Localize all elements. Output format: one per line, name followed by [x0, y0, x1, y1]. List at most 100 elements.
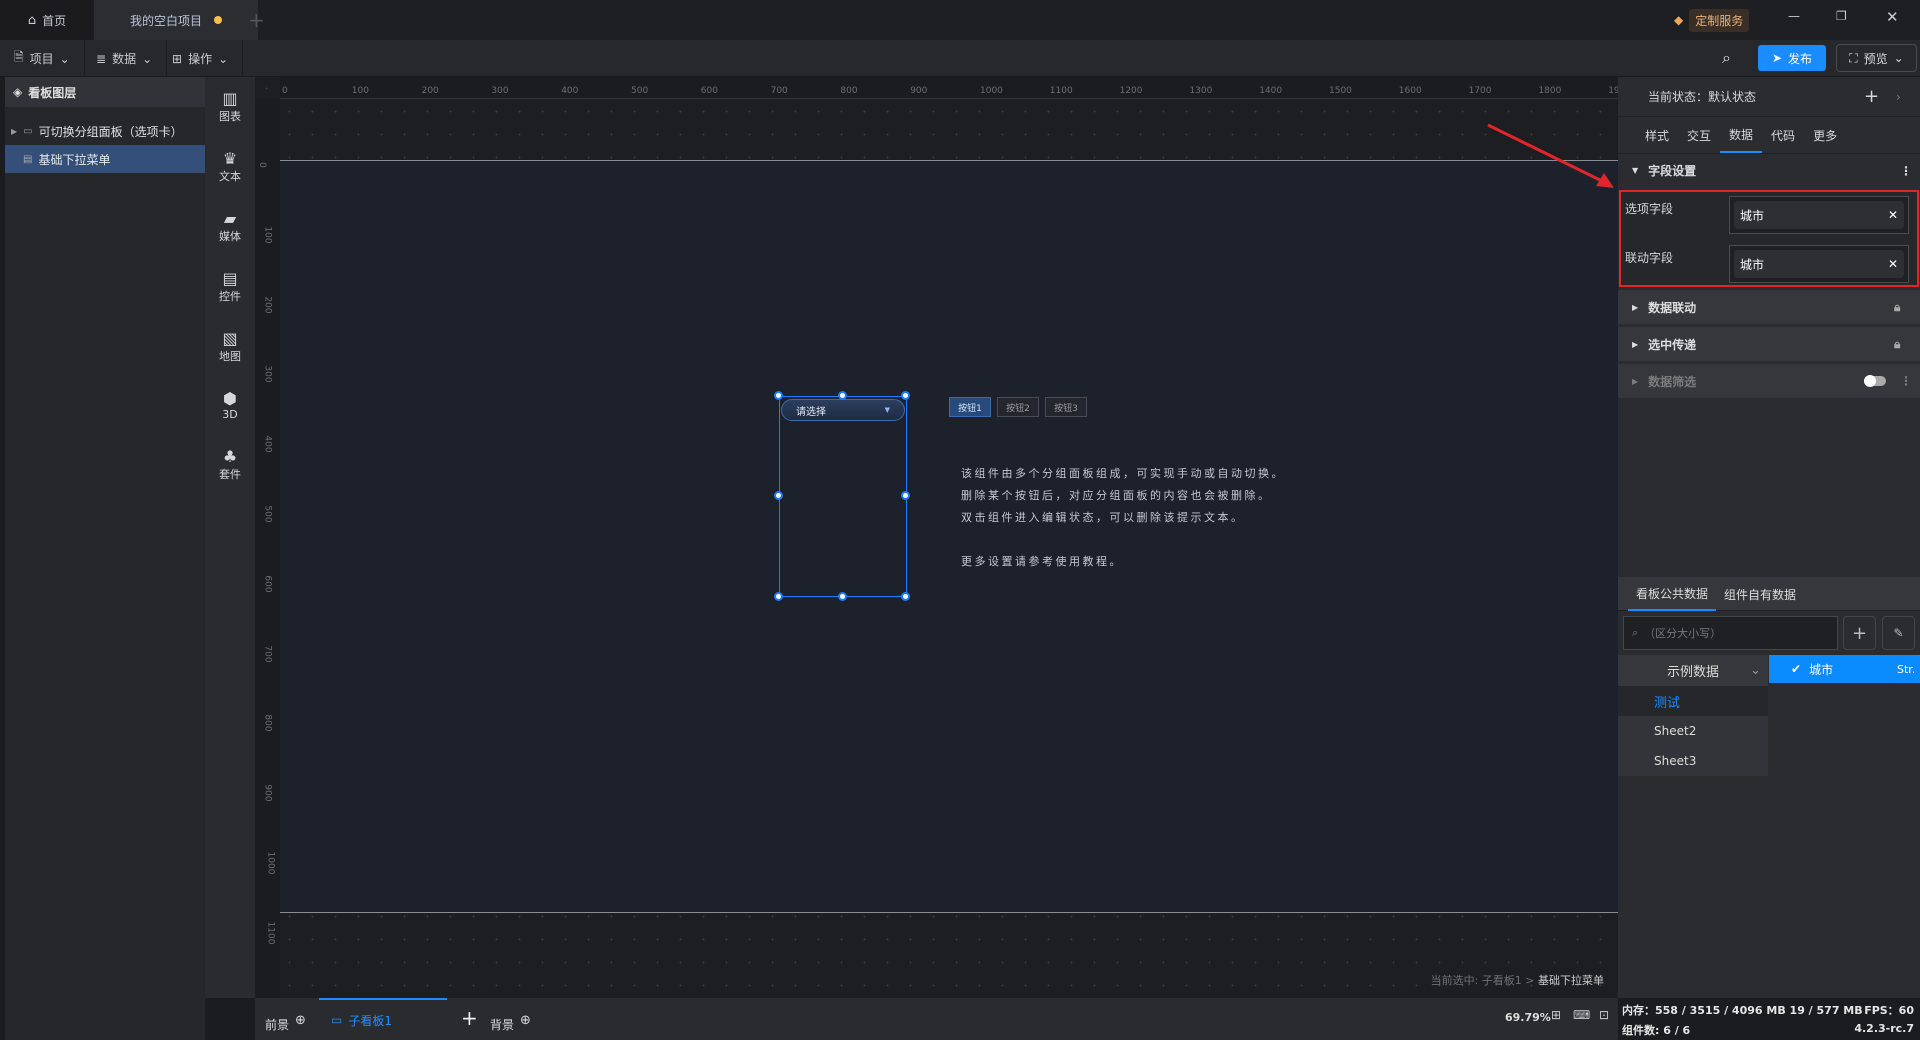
- keyboard-icon[interactable]: ⌨: [1573, 1008, 1590, 1022]
- resize-handle[interactable]: [838, 391, 847, 400]
- state-row: 当前状态：默认状态 + ›: [1618, 77, 1920, 117]
- publish-button[interactable]: ➤ 发布: [1758, 45, 1826, 71]
- menu-project[interactable]: 🗎 项目 ⌄: [0, 40, 85, 77]
- data-source-select[interactable]: 示例数据 ⌄: [1618, 655, 1768, 686]
- tab-button[interactable]: 按钮1: [949, 397, 991, 417]
- tab-component-data[interactable]: 组件自有数据: [1724, 577, 1796, 611]
- more-icon[interactable]: ⋮: [1900, 164, 1912, 178]
- ruler-label: 700: [770, 86, 788, 96]
- close-button[interactable]: ✕: [1886, 8, 1899, 26]
- ruler-label: 1100: [265, 921, 276, 945]
- ruler-label: 400: [262, 435, 273, 453]
- tab-home[interactable]: ⌂ 首页: [0, 0, 94, 40]
- resize-handle[interactable]: [774, 391, 783, 400]
- tool-media[interactable]: ▰ 媒体: [205, 209, 255, 244]
- sheet-item[interactable]: Sheet2: [1618, 716, 1768, 746]
- foreground-tab[interactable]: 前景 ⊕: [265, 1008, 306, 1033]
- dropdown-select[interactable]: 请选择 ▼: [781, 399, 905, 421]
- menu-operate[interactable]: ⊞ 操作 ⌄: [158, 40, 244, 77]
- preview-button[interactable]: ⛶ 预览 ⌄: [1836, 44, 1917, 72]
- tool-kit[interactable]: ♣ 套件: [205, 447, 255, 482]
- resize-handle[interactable]: [774, 592, 783, 601]
- minimize-button[interactable]: —: [1788, 9, 1800, 23]
- title-bar: ⌂ 首页 我的空白项目 + ◆ 定制服务 — ❐ ✕: [0, 0, 1920, 40]
- clear-icon[interactable]: ✕: [1888, 257, 1898, 271]
- edit-data-button[interactable]: ✎: [1882, 616, 1915, 650]
- add-board-button[interactable]: +: [461, 1006, 478, 1030]
- section-data-filter[interactable]: ▶ 数据筛选 ⋮: [1618, 364, 1920, 398]
- chevron-down-icon: ⌄: [142, 51, 153, 66]
- selection-box[interactable]: 请选择 ▼: [774, 391, 910, 601]
- ruler-label: 1000: [980, 86, 1003, 96]
- tab-button[interactable]: 按钮2: [997, 397, 1039, 417]
- add-state-icon[interactable]: +: [1864, 86, 1879, 107]
- horizontal-ruler: 0 100 200 300 400 500 600 700 800 900 1000 1100 1200…: [280, 77, 1631, 99]
- ruler-label: 300: [491, 86, 509, 96]
- custom-service-button[interactable]: ◆ 定制服务: [1674, 8, 1750, 32]
- tool-3d[interactable]: ⬢ 3D: [205, 389, 255, 421]
- resize-handle[interactable]: [774, 491, 783, 500]
- cube-icon: ⬢: [223, 389, 237, 408]
- ruler-label: 500: [631, 86, 649, 96]
- resize-handle[interactable]: [901, 491, 910, 500]
- board-tab-active[interactable]: ▭ 子看板1: [319, 998, 447, 1040]
- ruler-label: 1400: [1259, 86, 1283, 96]
- fit-screen-icon[interactable]: ⊞: [1551, 1008, 1561, 1022]
- tab-1[interactable]: 交互: [1678, 117, 1720, 153]
- layer-item[interactable]: ▶ ▭ 可切换分组面板（选项卡）: [5, 117, 205, 145]
- search-icon[interactable]: ⌕: [1722, 48, 1731, 68]
- sheet-item-active[interactable]: 测试: [1618, 686, 1768, 716]
- column-item-selected[interactable]: ✔ 城市 Str.: [1769, 655, 1920, 683]
- add-data-button[interactable]: +: [1843, 616, 1876, 650]
- tool-chart[interactable]: ▥ 图表: [205, 89, 255, 124]
- chevron-right-icon[interactable]: ›: [1896, 90, 1901, 104]
- tab-3[interactable]: 代码: [1762, 117, 1804, 153]
- new-tab-button[interactable]: +: [248, 8, 265, 32]
- board-icon: ▭: [331, 1013, 343, 1027]
- resize-handle[interactable]: [838, 592, 847, 601]
- add-circle-icon[interactable]: ⊕: [520, 1013, 531, 1028]
- background-tab[interactable]: 背景 ⊕: [490, 1008, 531, 1033]
- option-field-input[interactable]: 城市 ✕: [1729, 196, 1909, 234]
- tab-4[interactable]: 更多: [1804, 117, 1846, 153]
- ruler-label: 400: [561, 86, 579, 96]
- tool-text[interactable]: ♛ 文本: [205, 149, 255, 184]
- filter-toggle[interactable]: [1864, 375, 1886, 387]
- tool-control[interactable]: ▤ 控件: [205, 269, 255, 304]
- link-field-input[interactable]: 城市 ✕: [1729, 245, 1909, 283]
- layers-header: ◈ 看板图层: [5, 77, 205, 107]
- tool-map[interactable]: ▧ 地图: [205, 329, 255, 364]
- ruler-label: 1100: [1049, 86, 1073, 96]
- tab-board-data[interactable]: 看板公共数据: [1628, 577, 1717, 611]
- vertical-ruler: 0 100 200 300 400 500 600 700 800 900 1000 1100: [255, 99, 280, 998]
- clear-icon[interactable]: ✕: [1888, 208, 1898, 222]
- menu-data[interactable]: ≣ 数据 ⌄: [82, 40, 168, 77]
- grid-icon: ⊞: [172, 51, 183, 66]
- map-icon: ▧: [222, 329, 238, 348]
- chevron-down-icon: ⌄: [1750, 663, 1761, 678]
- section-data-link[interactable]: ▶ 数据联动 🔒︎: [1618, 290, 1920, 324]
- zoom-level[interactable]: 69.79%: [1505, 1011, 1551, 1024]
- resize-handle[interactable]: [901, 592, 910, 601]
- resize-handle[interactable]: [901, 391, 910, 400]
- ruler-label: 1000: [265, 851, 276, 875]
- add-circle-icon[interactable]: ⊕: [295, 1013, 306, 1028]
- send-icon: ➤: [1771, 51, 1783, 65]
- section-field-settings[interactable]: ▼ 字段设置 ⋮: [1618, 153, 1920, 187]
- tab-button[interactable]: 按钮3: [1045, 397, 1087, 417]
- terminal-icon[interactable]: ⊡: [1599, 1008, 1609, 1022]
- artboard[interactable]: [280, 160, 1618, 913]
- caret-right-icon: ▶: [1632, 339, 1639, 349]
- chevron-down-icon: ⌄: [59, 51, 70, 66]
- file-icon: 🗎: [14, 50, 24, 64]
- tab-project[interactable]: 我的空白项目: [94, 0, 258, 40]
- data-search-input[interactable]: ⌕ （区分大小写）: [1623, 616, 1838, 650]
- field-settings-box: 选项字段 城市 ✕ 联动字段 城市 ✕: [1619, 190, 1919, 287]
- more-icon[interactable]: ⋮: [1900, 374, 1912, 388]
- tab-2[interactable]: 数据: [1720, 117, 1763, 153]
- restore-button[interactable]: ❐: [1836, 9, 1847, 23]
- tab-0[interactable]: 样式: [1636, 117, 1678, 153]
- section-select-pass[interactable]: ▶ 选中传递 🔒︎: [1618, 327, 1920, 361]
- layer-item-selected[interactable]: ▤ 基础下拉菜单: [5, 145, 205, 173]
- sheet-item[interactable]: Sheet3: [1618, 746, 1768, 776]
